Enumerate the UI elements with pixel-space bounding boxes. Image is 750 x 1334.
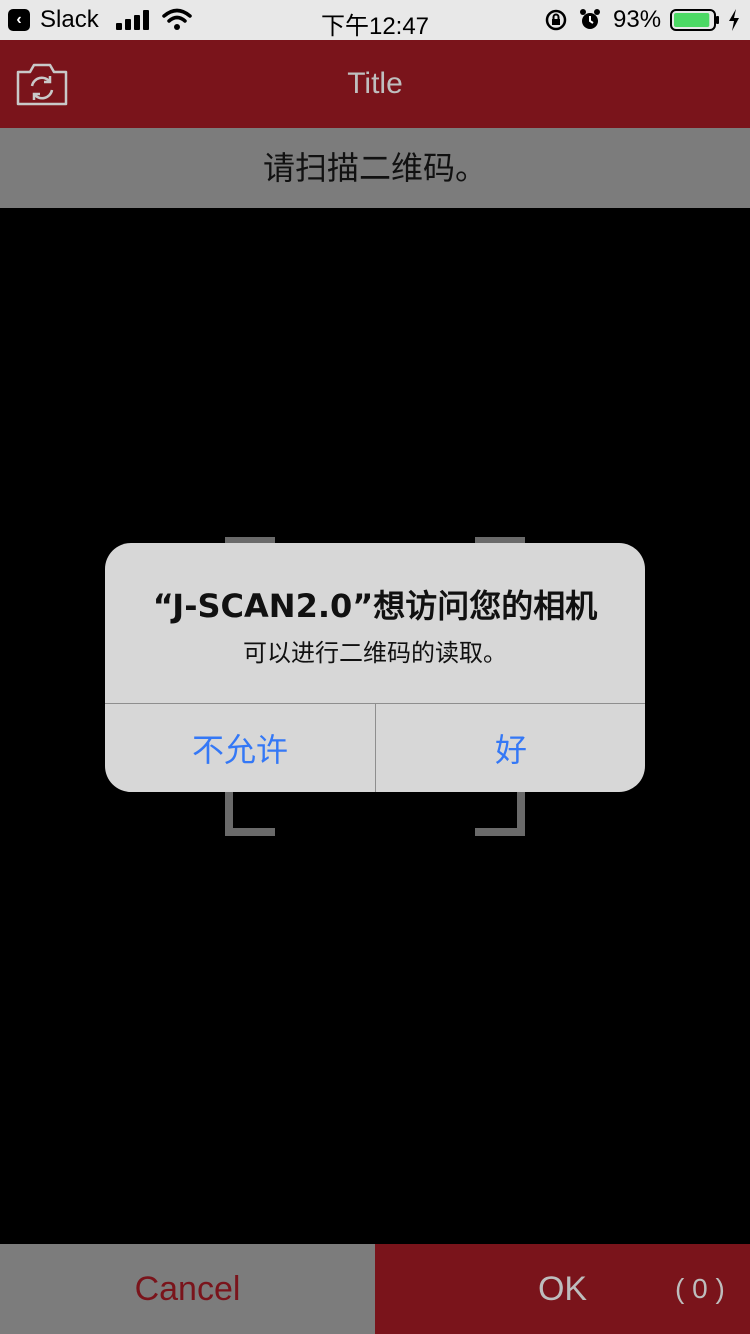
cancel-button[interactable]: Cancel [0,1244,375,1334]
battery-percent: 93% [613,6,662,33]
scan-count: ( 0 ) [675,1273,725,1304]
page-title: Title [347,67,403,100]
bottom-action-bar: Cancel OK ( 0 ) [0,1244,750,1334]
scan-instruction: 请扫描二维码。 [0,128,750,208]
alert-message: 可以进行二维码的读取。 [243,639,507,667]
battery-icon [670,9,719,31]
scan-frame-corner-bottom-left [225,786,275,836]
camera-permission-alert: “J-SCAN2.0”想访问您的相机 可以进行二维码的读取。 不允许 好 [105,543,645,792]
nav-bar: Title [0,40,750,128]
alarm-icon [580,9,600,29]
status-bar: ‹ Slack 下午12:47 93% [0,0,750,40]
scan-frame-corner-bottom-right [475,786,525,836]
rotation-lock-icon [545,9,567,31]
charging-bolt-icon [729,9,739,31]
allow-button[interactable]: 好 [376,704,645,792]
deny-button[interactable]: 不允许 [105,704,375,792]
ok-button[interactable]: OK ( 0 ) [375,1244,750,1334]
alert-title: “J-SCAN2.0”想访问您的相机 [152,587,598,625]
